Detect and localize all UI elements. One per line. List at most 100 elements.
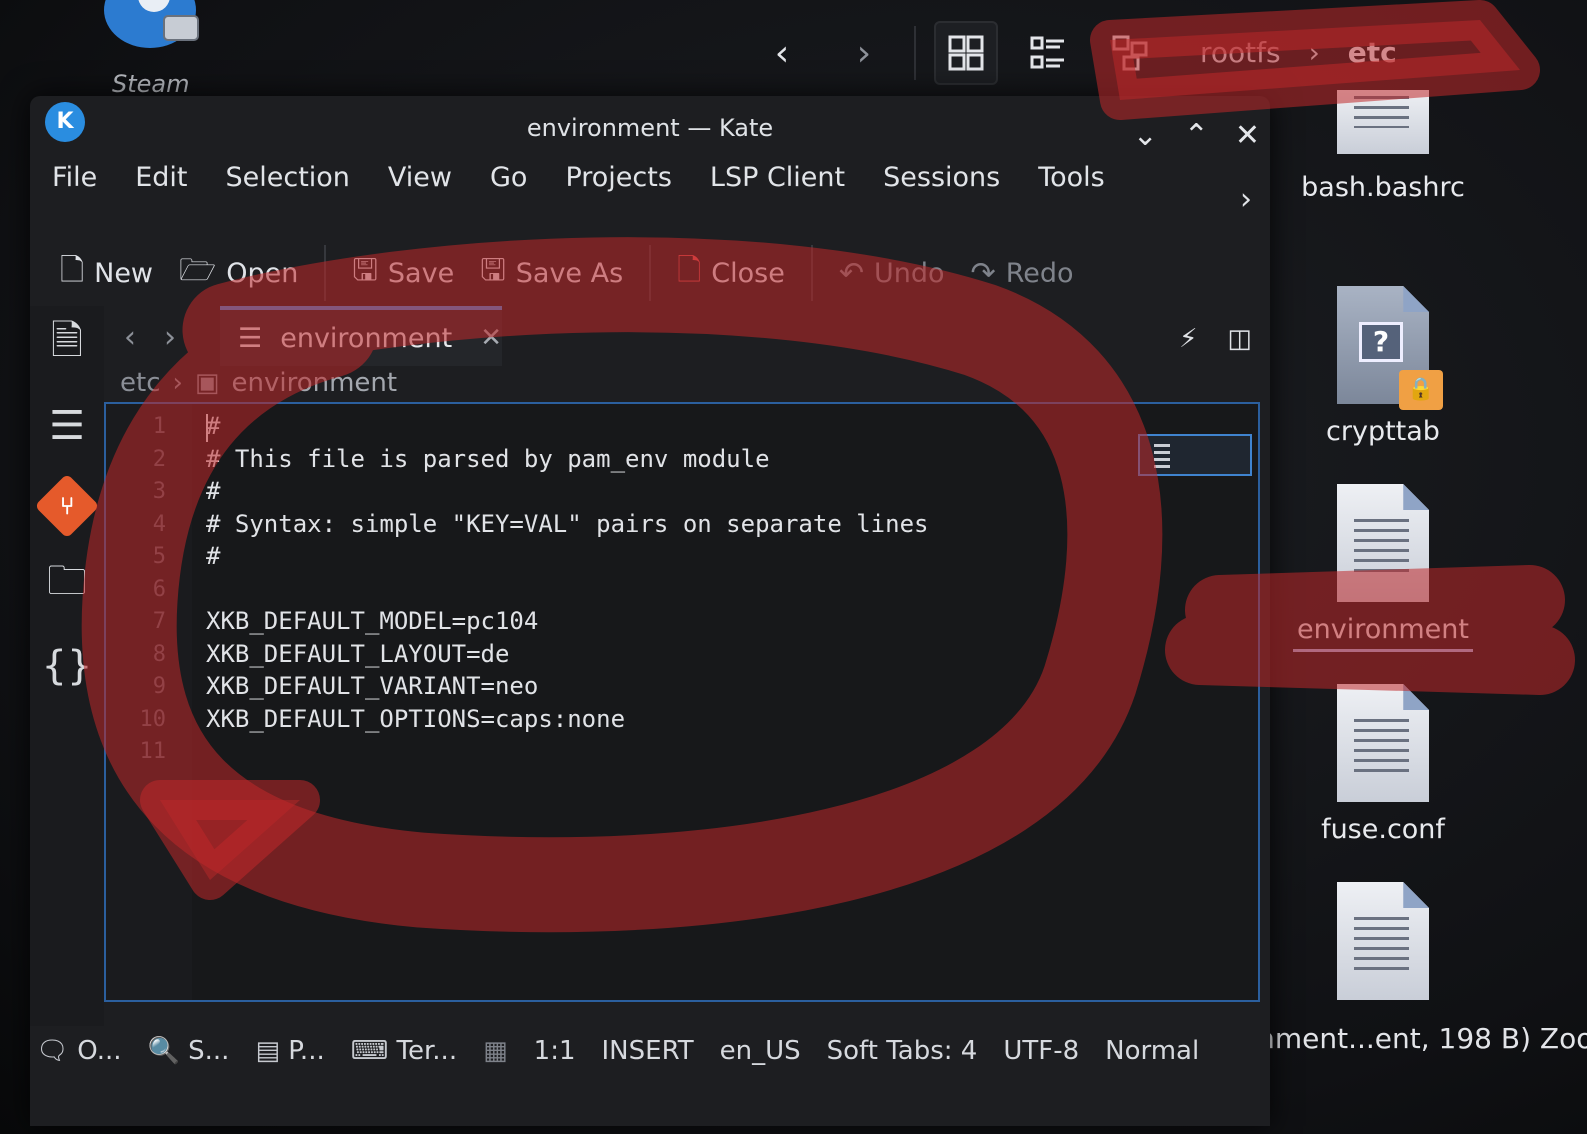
code-line[interactable]: XKB_DEFAULT_MODEL=pc104 [206,607,538,635]
code-line[interactable]: # Syntax: simple "KEY=VAL" pairs on sepa… [206,510,928,538]
open-label: Open [226,257,299,289]
menu-overflow-icon[interactable]: › [1240,182,1252,217]
steam-label: Steam [112,70,190,98]
dictionary-language[interactable]: en_US [720,1036,801,1066]
maximize-icon[interactable]: ⌃ [1184,118,1209,153]
close-tab-icon[interactable]: ✕ [480,323,502,353]
panel-toggle-icon[interactable]: ▦ [483,1036,508,1066]
close-window-icon[interactable]: ✕ [1235,118,1260,153]
close-button[interactable]: 🗋 Close [677,248,785,299]
file-manager-status: onment...ent, 198 B) Zoo [1240,1022,1587,1055]
details-view-icon[interactable] [1016,21,1080,85]
file-name: fuse.conf [1321,814,1445,845]
back-icon[interactable]: ‹ [750,21,814,85]
tab-back-icon[interactable]: ‹ [124,320,136,355]
undo-button[interactable]: ↶ Undo [839,256,945,291]
menu-sessions[interactable]: Sessions [883,162,1000,193]
text-editor[interactable]: 1 #2 # This file is parsed by pam_env modu… [104,402,1260,1002]
line-number: 1 [152,414,166,439]
line-number: 7 [152,609,166,634]
lsp-symbols-icon[interactable]: {} [30,626,104,706]
input-mode[interactable]: INSERT [602,1036,694,1066]
code-line[interactable]: # [206,542,220,570]
git-panel-icon[interactable]: ⑂ [30,466,104,546]
text-file-icon [1337,90,1429,154]
code-line[interactable]: XKB_DEFAULT_LAYOUT=de [206,640,509,668]
highlighting-mode[interactable]: Normal [1105,1036,1199,1066]
line-number: 5 [152,544,166,569]
open-button[interactable]: 🗁 Open [179,248,298,299]
tree-view-icon[interactable] [1098,21,1162,85]
window-controls: ⌄ ⌃ ✕ [1133,118,1260,153]
code-line[interactable]: XKB_DEFAULT_VARIANT=neo [206,672,538,700]
menu-edit[interactable]: Edit [135,162,187,193]
indentation-setting[interactable]: Soft Tabs: 4 [827,1036,978,1066]
save-as-icon: 🖫 [480,252,506,288]
search-panel-button[interactable]: 🔍 S... [148,1036,230,1066]
menu-tools[interactable]: Tools [1038,162,1105,193]
save-label: Save [387,257,455,289]
steam-icon[interactable] [100,0,200,50]
split-view-icon[interactable]: ◫ [1227,324,1252,354]
left-sidebar: 🗎 ☰ ⑂ 🗀 {} [30,306,104,1026]
new-button[interactable]: 🗋 New [60,248,153,299]
save-button[interactable]: 🖫 Save [352,248,454,299]
text-cursor [206,414,208,442]
code-line[interactable]: # [206,412,220,440]
code-line[interactable]: XKB_DEFAULT_OPTIONS=caps:none [206,705,625,733]
close-document-icon: 🗋 [677,252,702,288]
menu-file[interactable]: File [52,162,97,193]
file-item-bash-bashrc[interactable]: bash.bashrc [1268,90,1498,203]
output-panel-button[interactable]: 🗨 O... [36,1036,122,1066]
breadcrumb-etc[interactable]: etc [1348,36,1397,69]
file-small-icon: ▣ [194,368,220,398]
file-name: crypttab [1326,416,1440,447]
breadcrumb-rootfs[interactable]: rootfs [1200,36,1281,69]
title-bar[interactable]: K environment — Kate ⌄ ⌃ ✕ [30,96,1270,160]
menu-projects[interactable]: Projects [565,162,671,193]
new-label: New [94,257,154,289]
file-manager-file-list: bash.bashrc ? 🔒 crypttab environment fuse… [1268,90,1587,1010]
tab-label: environment [280,322,453,354]
file-manager-toolbar: ‹ › [750,18,1162,88]
breadcrumb-folder[interactable]: etc [120,368,161,398]
terminal-panel-button[interactable]: ⌨ Ter... [351,1036,457,1066]
save-as-button[interactable]: 🖫 Save As [480,248,623,299]
search-icon: 🔍 [147,1036,189,1066]
text-file-icon [1337,882,1429,1000]
file-item-fuse-conf[interactable]: fuse.conf [1268,684,1498,845]
cursor-position[interactable]: 1:1 [534,1036,576,1066]
menu-lsp-client[interactable]: LSP Client [710,162,845,193]
redo-button[interactable]: ↷ Redo [971,256,1074,291]
encoding-setting[interactable]: UTF-8 [1003,1036,1079,1066]
icons-view-icon[interactable] [934,21,998,85]
code-line[interactable]: # [206,477,220,505]
project-icon: ▤ [255,1036,289,1066]
filesystem-browser-icon[interactable]: 🗀 [30,546,104,626]
forward-icon[interactable]: › [832,21,896,85]
line-number: 11 [139,739,167,764]
text-file-icon [1337,684,1429,802]
breadcrumb-separator-icon: › [172,368,183,398]
minimize-icon[interactable]: ⌄ [1133,118,1158,153]
tab-environment[interactable]: ☰ environment ✕ [220,306,502,366]
line-number: 10 [139,706,167,732]
documents-panel-icon[interactable]: 🗎 [30,306,104,386]
tab-forward-icon[interactable]: › [164,320,176,355]
menu-go[interactable]: Go [490,162,527,193]
file-item-unnamed[interactable] [1268,882,1498,1000]
toolbar-divider [914,26,916,80]
project-panel-button[interactable]: ▤ P... [255,1036,324,1066]
breadcrumb-file[interactable]: environment [231,368,397,398]
tab-bar: ‹ › ☰ environment ✕ ⚡ ◫ [104,306,1270,366]
menu-selection[interactable]: Selection [225,162,349,193]
quick-open-icon[interactable]: ⚡ [1179,324,1197,354]
code-line[interactable]: # This file is parsed by pam_env module [206,445,770,473]
text-file-icon [1337,484,1429,602]
file-item-environment[interactable]: environment [1268,484,1498,652]
minimap[interactable] [1138,434,1252,476]
menu-view[interactable]: View [388,162,452,193]
file-item-crypttab[interactable]: ? 🔒 crypttab [1268,286,1498,447]
symbols-panel-icon[interactable]: ☰ [30,386,104,466]
search-label: S... [188,1036,230,1066]
